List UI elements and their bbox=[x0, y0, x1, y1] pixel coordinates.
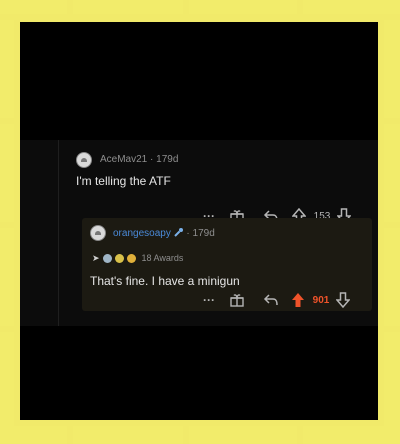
avatar[interactable] bbox=[90, 225, 106, 241]
thread-line[interactable] bbox=[58, 140, 59, 326]
upvote-arrow-icon[interactable] bbox=[288, 292, 308, 308]
award-silver-icon bbox=[102, 253, 112, 263]
award-helpful-icon bbox=[114, 253, 124, 263]
wrench-flair-icon bbox=[173, 227, 184, 237]
comment-thread: AceMav21 · 179d I'm telling the ATF ··· … bbox=[20, 140, 378, 326]
reply-age: 179d bbox=[192, 228, 215, 239]
comment-age: 179d bbox=[156, 154, 179, 165]
reply-arrow-icon[interactable] bbox=[254, 293, 288, 307]
reply-actions: ··· 901 bbox=[198, 292, 352, 308]
gift-icon[interactable] bbox=[220, 292, 254, 308]
comment-meta: AceMav21 · 179d bbox=[100, 154, 178, 165]
reply-meta: orangesoapy · 179d bbox=[113, 227, 215, 239]
more-button[interactable]: ··· bbox=[198, 293, 220, 307]
avatar[interactable] bbox=[76, 152, 92, 168]
meta-separator: · bbox=[186, 228, 190, 239]
screenshot-frame: AceMav21 · 179d I'm telling the ATF ··· … bbox=[20, 22, 378, 420]
comment-text: I'm telling the ATF bbox=[76, 174, 171, 188]
reply-username[interactable]: orangesoapy bbox=[113, 228, 171, 239]
award-wholesome-icon bbox=[126, 253, 136, 263]
reply-comment: orangesoapy · 179d ➤ 18 Awards That's fi… bbox=[82, 218, 372, 311]
downvote-arrow-icon[interactable] bbox=[334, 292, 352, 308]
meta-separator: · bbox=[150, 154, 154, 165]
awards-label: 18 Awards bbox=[141, 253, 184, 263]
award-rocket-icon: ➤ bbox=[92, 252, 100, 263]
score-count: 901 bbox=[312, 294, 330, 306]
reply-text: That's fine. I have a minigun bbox=[90, 274, 240, 288]
awards-row[interactable]: ➤ 18 Awards bbox=[92, 251, 183, 265]
comment-username[interactable]: AceMav21 bbox=[100, 154, 147, 165]
